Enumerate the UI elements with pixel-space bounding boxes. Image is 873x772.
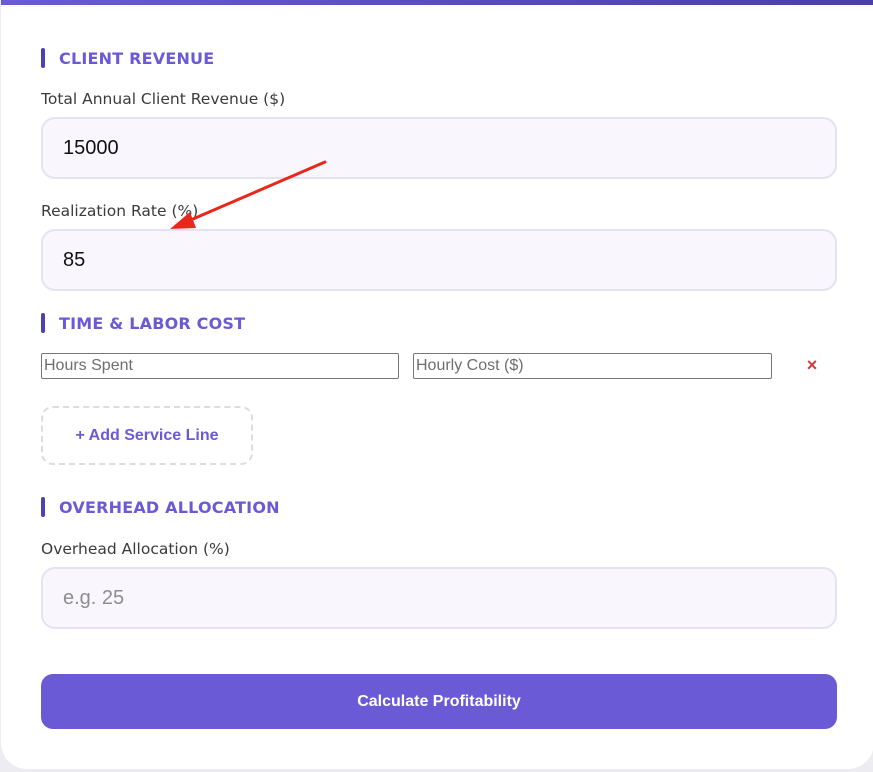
add-service-line-button[interactable]: + Add Service Line: [41, 406, 253, 465]
section-title-time-labor: TIME & LABOR COST: [59, 313, 246, 333]
section-overhead: OVERHEAD ALLOCATION: [41, 496, 280, 518]
section-marker: [41, 48, 45, 68]
section-client-revenue: CLIENT REVENUE: [41, 47, 214, 69]
hours-spent-input[interactable]: [41, 353, 399, 379]
calculate-profitability-button[interactable]: Calculate Profitability: [41, 674, 837, 729]
section-title-client-revenue: CLIENT REVENUE: [59, 48, 215, 68]
realization-input[interactable]: [41, 229, 837, 291]
section-marker: [41, 313, 45, 333]
remove-service-line-button[interactable]: ×: [801, 354, 823, 376]
realization-label: Realization Rate (%): [41, 202, 199, 220]
section-title-overhead: OVERHEAD ALLOCATION: [59, 497, 280, 517]
overhead-input[interactable]: [41, 567, 837, 629]
card-accent-bar: [1, 0, 873, 5]
section-time-labor: TIME & LABOR COST: [41, 312, 245, 334]
hourly-cost-input[interactable]: [413, 353, 772, 379]
close-icon: ×: [806, 354, 818, 375]
revenue-label: Total Annual Client Revenue ($): [41, 90, 286, 108]
section-marker: [41, 497, 45, 517]
calculator-card: CLIENT REVENUE Total Annual Client Reven…: [1, 0, 873, 769]
overhead-label: Overhead Allocation (%): [41, 540, 230, 558]
revenue-input[interactable]: [41, 117, 837, 179]
